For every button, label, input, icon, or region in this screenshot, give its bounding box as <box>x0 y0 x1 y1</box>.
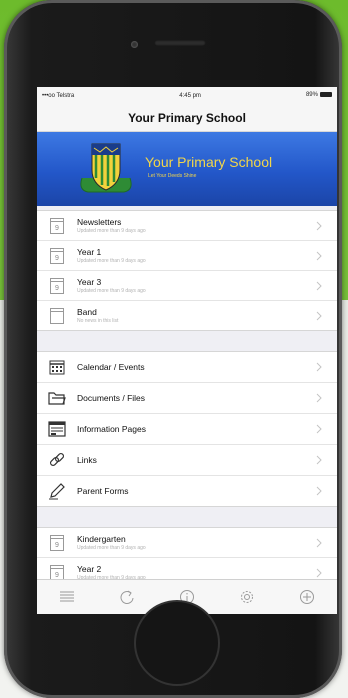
news-item-kindergarten[interactable]: 9 Kindergarten Updated more than 9 days … <box>37 528 337 558</box>
tab-settings[interactable] <box>237 587 257 607</box>
chevron-right-icon <box>316 424 322 434</box>
menu-item-calendar[interactable]: Calendar / Events <box>37 352 337 383</box>
news-subtitle: Updated more than 9 days ago <box>77 287 146 294</box>
battery-icon <box>319 92 332 98</box>
news-calendar-icon: 9 <box>50 217 64 234</box>
menu-label: Documents / Files <box>77 393 146 403</box>
news-title: Year 1 <box>77 246 102 257</box>
news-calendar-icon <box>50 307 64 324</box>
menu-list: Calendar / Events Documents / Files Info… <box>37 351 337 507</box>
list-icon <box>60 591 74 602</box>
calendar-icon <box>49 360 65 375</box>
home-button[interactable] <box>134 600 220 686</box>
folder-icon <box>48 392 66 405</box>
status-bar: •••oo Telstra 4:45 pm 89% <box>37 87 337 104</box>
news-item-band[interactable]: Band No news in this list <box>37 301 337 330</box>
news-calendar-icon: 9 <box>50 247 64 264</box>
menu-item-information[interactable]: Information Pages <box>37 414 337 445</box>
refresh-icon <box>120 590 134 604</box>
news-subtitle: Updated more than 9 days ago <box>77 227 146 234</box>
pencil-icon <box>49 483 65 500</box>
school-banner: Your Primary School Let Your Deeds Shine <box>37 132 337 206</box>
news-item-newsletters[interactable]: 9 Newsletters Updated more than 9 days a… <box>37 211 337 241</box>
menu-item-documents[interactable]: Documents / Files <box>37 383 337 414</box>
news-calendar-icon: 9 <box>50 277 64 294</box>
chevron-right-icon <box>316 568 322 577</box>
camera-icon <box>131 41 138 48</box>
chevron-right-icon <box>316 455 322 465</box>
section-gap <box>37 507 337 527</box>
menu-item-parent-forms[interactable]: Parent Forms <box>37 476 337 506</box>
menu-item-links[interactable]: Links <box>37 445 337 476</box>
nav-bar: Your Primary School <box>37 104 337 132</box>
pages-icon <box>48 421 66 437</box>
news-item-year-1[interactable]: 9 Year 1 Updated more than 9 days ago <box>37 241 337 271</box>
menu-label: Parent Forms <box>77 486 129 496</box>
settings-icon <box>241 591 253 603</box>
menu-label: Calendar / Events <box>77 362 145 372</box>
banner-motto: Let Your Deeds Shine <box>148 173 197 179</box>
news-title: Year 2 <box>77 563 102 574</box>
chevron-right-icon <box>316 281 322 290</box>
page-title: Your Primary School <box>128 110 246 125</box>
news-subtitle: Updated more than 9 days ago <box>77 544 146 551</box>
news-title: Newsletters <box>77 216 122 227</box>
news-subtitle: No news in this list <box>77 317 119 324</box>
news-title: Year 3 <box>77 276 102 287</box>
chevron-right-icon <box>316 538 322 547</box>
battery-percent: 89% <box>305 92 318 99</box>
banner-title: Your Primary School <box>145 154 273 170</box>
news-item-year-3[interactable]: 9 Year 3 Updated more than 9 days ago <box>37 271 337 301</box>
news-title: Kindergarten <box>77 533 126 544</box>
chevron-right-icon <box>316 362 322 372</box>
speaker-grille <box>154 40 206 46</box>
chevron-right-icon <box>316 393 322 403</box>
tab-list[interactable] <box>57 587 77 607</box>
battery-status: 89% <box>305 92 332 99</box>
news-list-top: 9 Newsletters Updated more than 9 days a… <box>37 210 337 331</box>
chevron-right-icon <box>316 251 322 260</box>
tab-add[interactable] <box>297 587 317 607</box>
menu-label: Links <box>77 455 97 465</box>
section-gap <box>37 331 337 351</box>
carrier: •••oo Telstra <box>42 92 75 99</box>
news-title: Band <box>77 306 97 317</box>
phone-frame: •••oo Telstra 4:45 pm 89% Your Primary S… <box>4 0 342 698</box>
link-icon <box>49 452 65 467</box>
menu-label: Information Pages <box>77 424 146 434</box>
chevron-right-icon <box>316 221 322 230</box>
chevron-right-icon <box>316 311 322 320</box>
add-icon <box>300 590 314 604</box>
news-subtitle: Updated more than 9 days ago <box>77 257 146 264</box>
tab-refresh[interactable] <box>117 587 137 607</box>
chevron-right-icon <box>316 486 322 496</box>
app-screen: •••oo Telstra 4:45 pm 89% Your Primary S… <box>37 87 337 614</box>
news-calendar-icon: 9 <box>50 534 64 551</box>
clock: 4:45 pm <box>179 92 201 99</box>
school-crest-icon <box>80 143 132 193</box>
